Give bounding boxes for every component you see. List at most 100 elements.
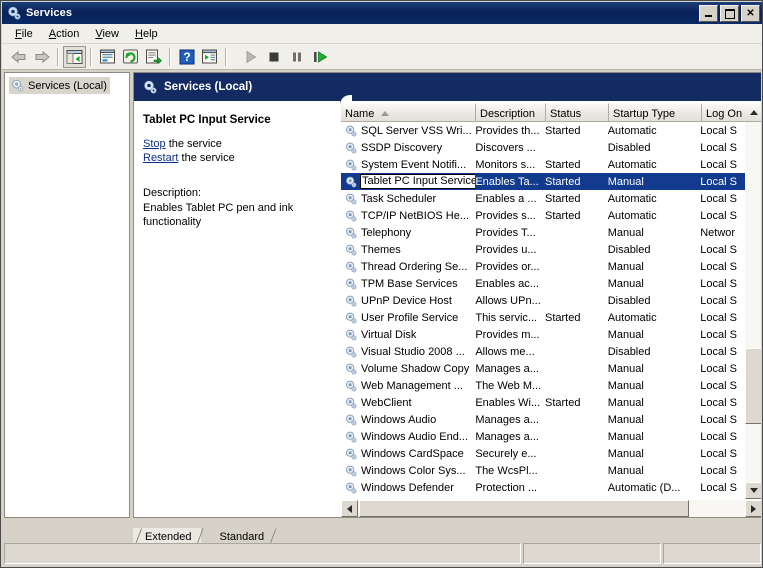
restart-service-link[interactable]: Restart: [143, 152, 178, 164]
refresh-icon[interactable]: [119, 46, 142, 68]
table-row[interactable]: TCP/IP NetBIOS He... Provides s... Started…: [341, 207, 745, 224]
menu-action[interactable]: Action: [41, 26, 88, 42]
tree-item-label: Services (Local): [28, 79, 107, 92]
forward-icon[interactable]: [30, 46, 53, 68]
cell-startup-type: Disabled: [607, 141, 651, 154]
cell-name-text: Windows CardSpace: [361, 447, 464, 460]
column-header-status[interactable]: Status: [546, 103, 609, 122]
table-row[interactable]: Volume Shadow Copy Manages a... Manual Loca…: [341, 360, 745, 377]
cell-description: The WcsPl...: [475, 464, 538, 477]
horizontal-scroll-thumb[interactable]: [359, 500, 689, 517]
stop-service-link[interactable]: Stop: [143, 138, 166, 150]
table-row[interactable]: Windows Audio End... Manages a... Manual Lo…: [341, 428, 745, 445]
service-gear-icon: [344, 379, 358, 393]
table-row[interactable]: Visual Studio 2008 ... Allows me... Disabl…: [341, 343, 745, 360]
column-header-startup-type[interactable]: Startup Type: [609, 103, 702, 122]
vertical-scrollbar[interactable]: [745, 122, 761, 499]
restart-service-icon[interactable]: [308, 46, 331, 68]
vertical-scroll-thumb[interactable]: [745, 348, 761, 424]
properties-icon[interactable]: [96, 46, 119, 68]
column-header-description[interactable]: Description: [476, 103, 546, 122]
status-pane-secondary: [523, 543, 661, 564]
cell-status: Started: [545, 124, 581, 137]
column-header-log-on[interactable]: Log On: [702, 103, 745, 122]
table-row[interactable]: Virtual Disk Provides m... Manual Local S: [341, 326, 745, 343]
cell-startup-type: Manual: [607, 226, 644, 239]
service-gear-icon: [344, 447, 358, 461]
service-gear-icon: [344, 141, 358, 155]
scroll-down-button[interactable]: [745, 482, 761, 499]
scroll-left-button[interactable]: [341, 500, 358, 517]
restart-service-action: Restart the service: [143, 152, 332, 164]
table-row[interactable]: SSDP Discovery Discovers ... Disabled Local…: [341, 139, 745, 156]
menu-help[interactable]: Help: [127, 26, 166, 42]
toolbar-separator-3: [169, 47, 171, 66]
scroll-up-button[interactable]: [745, 103, 761, 122]
table-row[interactable]: WebClient Enables Wi... Started Manual Local…: [341, 394, 745, 411]
table-row[interactable]: Tablet PC Input Service Enables Ta... Star…: [341, 173, 745, 190]
services-gear-icon: [142, 79, 158, 95]
cell-log-on: Local S: [700, 464, 737, 477]
menu-file[interactable]: File: [7, 26, 41, 42]
pause-service-icon[interactable]: [285, 46, 308, 68]
column-header-name[interactable]: Name: [341, 103, 476, 122]
cell-name: User Profile Service: [341, 311, 475, 325]
table-row[interactable]: User Profile Service This servic... Starte…: [341, 309, 745, 326]
back-icon[interactable]: [7, 46, 30, 68]
cell-name-text: SQL Server VSS Wri...: [361, 124, 472, 137]
cell-description: Monitors s...: [475, 158, 536, 171]
cell-log-on: Local S: [700, 430, 737, 443]
cell-description: Allows UPn...: [475, 294, 541, 307]
show-hide-tree-icon[interactable]: [63, 45, 86, 68]
scroll-right-button[interactable]: [745, 500, 761, 517]
cell-log-on: Local S: [700, 294, 737, 307]
stop-service-icon[interactable]: [262, 46, 285, 68]
menu-bar: File Action View Help: [2, 24, 762, 44]
menu-file-rest: ile: [21, 27, 33, 40]
tree-item-services-local[interactable]: Services (Local): [9, 77, 110, 94]
table-row[interactable]: Telephony Provides T... Manual Networ: [341, 224, 745, 241]
cell-status: Started: [545, 396, 581, 409]
table-row[interactable]: UPnP Device Host Allows UPn... Disabled Loc…: [341, 292, 745, 309]
cell-name: SQL Server VSS Wri...: [341, 124, 475, 138]
horizontal-scrollbar[interactable]: [341, 500, 761, 517]
minimize-button[interactable]: [699, 5, 718, 22]
table-row[interactable]: TPM Base Services Enables ac... Manual Loca…: [341, 275, 745, 292]
table-row[interactable]: Themes Provides u... Disabled Local S: [341, 241, 745, 258]
cell-name-text: System Event Notifi...: [361, 158, 467, 171]
table-row[interactable]: Web Management ... The Web M... Manual Loca…: [341, 377, 745, 394]
status-pane-tertiary: [663, 543, 761, 564]
table-row[interactable]: Windows Defender Protection ... Automatic …: [341, 479, 745, 496]
cell-description: This servic...: [475, 311, 538, 324]
list-header-row: Name Description Status Startup Type Log…: [341, 103, 761, 122]
maximize-button[interactable]: [720, 5, 739, 22]
start-service-icon[interactable]: [239, 46, 262, 68]
close-button[interactable]: ✕: [741, 5, 760, 22]
table-row[interactable]: Windows Audio Manages a... Manual Local S: [341, 411, 745, 428]
export-list-icon[interactable]: [142, 46, 165, 68]
help-icon[interactable]: ?: [175, 46, 198, 68]
table-row[interactable]: Thread Ordering Se... Provides or... Manua…: [341, 258, 745, 275]
new-window-icon[interactable]: [198, 46, 221, 68]
cell-startup-type: Manual: [607, 464, 644, 477]
toolbar-separator-2: [90, 47, 92, 66]
cell-name-text: Thread Ordering Se...: [361, 260, 468, 273]
cell-name-text: WebClient: [361, 396, 412, 409]
table-row[interactable]: Windows CardSpace Securely e... Manual Loca…: [341, 445, 745, 462]
cell-name: Visual Studio 2008 ...: [341, 345, 475, 359]
cell-name-text: Volume Shadow Copy: [361, 362, 470, 375]
title-bar: Services ✕: [2, 2, 762, 24]
table-row[interactable]: Windows Color Sys... The WcsPl... Manual Lo…: [341, 462, 745, 479]
cell-log-on: Local S: [700, 362, 737, 375]
cell-name-text: User Profile Service: [361, 311, 459, 324]
table-row[interactable]: Task Scheduler Enables a ... Started Automa…: [341, 190, 745, 207]
window-title: Services: [26, 7, 73, 19]
menu-view[interactable]: View: [87, 26, 127, 42]
table-row[interactable]: SQL Server VSS Wri... Provides th... Start…: [341, 122, 745, 139]
cell-name: Telephony: [341, 226, 475, 240]
cell-name: Windows CardSpace: [341, 447, 475, 461]
services-gear-icon: [6, 5, 22, 21]
table-row[interactable]: System Event Notifi... Monitors s... Start…: [341, 156, 745, 173]
cell-log-on: Local S: [700, 141, 737, 154]
service-gear-icon: [344, 294, 358, 308]
